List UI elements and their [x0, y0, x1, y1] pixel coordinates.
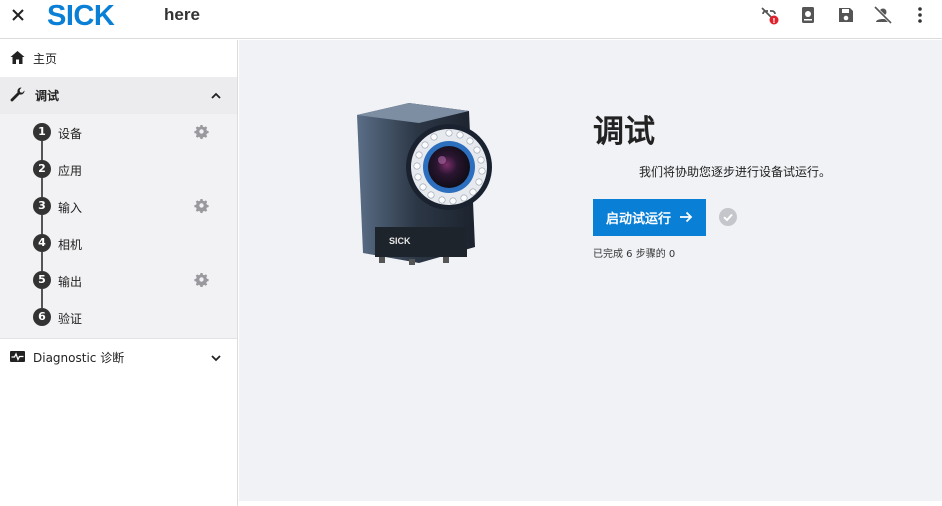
close-icon — [12, 9, 24, 21]
page-title: 调试 — [593, 114, 655, 150]
connection-status-button[interactable]: ! — [759, 5, 779, 25]
wrench-icon — [9, 86, 26, 103]
step-label: 验证 — [58, 312, 83, 326]
more-vert-icon — [918, 7, 922, 23]
step-device[interactable]: 1 设备 — [0, 114, 237, 151]
link-off-alert-icon: ! — [761, 7, 779, 25]
device-icon — [802, 7, 814, 23]
user-off-icon — [873, 5, 893, 25]
step-label: 输出 — [58, 275, 83, 289]
gear-icon[interactable] — [194, 198, 209, 213]
step-label: 应用 — [58, 164, 83, 178]
step-label: 设备 — [58, 127, 83, 141]
arrow-right-icon — [680, 211, 693, 223]
save-icon — [839, 8, 853, 22]
app-title: here — [164, 5, 200, 24]
step-camera[interactable]: 4 相机 — [0, 225, 237, 262]
step-number: 1 — [33, 123, 51, 141]
more-menu-button[interactable] — [910, 5, 930, 25]
step-number: 6 — [33, 308, 51, 326]
pulse-monitor-icon — [9, 348, 26, 365]
camera-brand-text: SICK — [389, 236, 411, 246]
top-bar: SICK here ! — [0, 0, 942, 39]
chevron-up-icon[interactable] — [209, 89, 223, 103]
device-button[interactable] — [798, 5, 818, 25]
step-number: 2 — [33, 160, 51, 178]
save-button[interactable] — [836, 5, 856, 25]
progress-text: 已完成 6 步骤的 0 — [593, 249, 676, 260]
sidebar-item-label: 主页 — [33, 52, 58, 66]
gear-icon[interactable] — [194, 124, 209, 139]
step-label: 相机 — [58, 238, 83, 252]
commissioning-steps: 1 设备 2 应用 3 输入 4 相机 5 输出 6 验证 — [0, 114, 237, 338]
main-content: SICK 调试 我们将协助您逐步进行设备试运行。 启动试运行 已完成 6 步骤的… — [239, 40, 942, 501]
step-input[interactable]: 3 输入 — [0, 188, 237, 225]
close-button[interactable] — [8, 5, 28, 25]
sidebar-item-diagnostic[interactable]: Diagnostic 诊断 — [0, 338, 237, 374]
sidebar-item-label: 调试 — [35, 89, 60, 103]
check-circle-icon — [719, 208, 737, 226]
step-verify[interactable]: 6 验证 — [0, 299, 237, 336]
camera-product-image: SICK — [349, 97, 497, 269]
step-number: 5 — [33, 271, 51, 289]
step-number: 4 — [33, 234, 51, 252]
page-subtitle: 我们将协助您逐步进行设备试运行。 — [639, 165, 832, 179]
sidebar-item-home[interactable]: 主页 — [0, 40, 237, 76]
sidebar-item-label: Diagnostic 诊断 — [33, 351, 125, 365]
step-number: 3 — [33, 197, 51, 215]
sick-logo: SICK — [47, 0, 115, 32]
home-icon — [9, 49, 26, 66]
alert-badge: ! — [772, 17, 775, 25]
start-button-label: 启动试运行 — [606, 212, 672, 227]
step-application[interactable]: 2 应用 — [0, 151, 237, 188]
sidebar-item-commissioning[interactable]: 调试 — [0, 77, 237, 114]
user-status-button[interactable] — [873, 5, 893, 25]
gear-icon[interactable] — [194, 272, 209, 287]
sidebar: 主页 调试 1 设备 2 应用 3 输入 4 相机 5 输出 6 验证 Diag… — [0, 40, 238, 506]
chevron-down-icon[interactable] — [209, 351, 223, 365]
start-commissioning-button[interactable]: 启动试运行 — [593, 199, 706, 236]
step-output[interactable]: 5 输出 — [0, 262, 237, 299]
bottom-strip — [239, 501, 942, 506]
step-label: 输入 — [58, 201, 83, 215]
